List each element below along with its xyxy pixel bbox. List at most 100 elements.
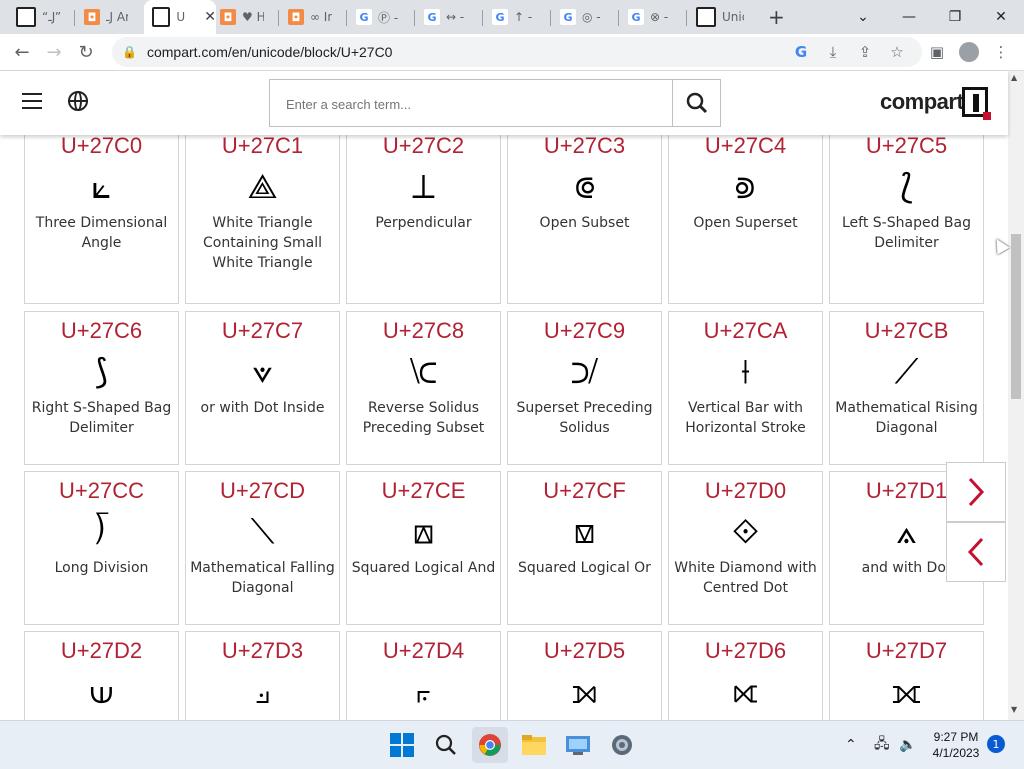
codepoint-label[interactable]: U+27C1	[186, 133, 339, 159]
character-glyph[interactable]: ⟇	[186, 350, 339, 394]
profile-avatar-icon[interactable]	[954, 34, 984, 70]
character-name[interactable]: Vertical Bar with Horizontal Stroke	[669, 398, 822, 438]
character-glyph[interactable]: ⟌	[25, 510, 178, 554]
character-card[interactable]: U+27C9 ⟉ Superset Preceding Solidus	[507, 311, 662, 465]
show-hidden-icons-chevron-icon[interactable]: ⌃	[845, 721, 857, 769]
codepoint-label[interactable]: U+27C5	[830, 133, 983, 159]
codepoint-label[interactable]: U+27D4	[347, 638, 500, 664]
character-card[interactable]: U+27CA ⟊ Vertical Bar with Horizontal Stro…	[668, 311, 823, 465]
character-glyph[interactable]: ⟅	[830, 165, 983, 209]
scroll-down-arrow-icon[interactable]: ▼	[1011, 705, 1017, 714]
chrome-icon[interactable]	[472, 727, 508, 763]
character-card[interactable]: U+27D4 ⟔	[346, 631, 501, 731]
back-arrow-icon[interactable]: ←	[6, 34, 38, 70]
search-input[interactable]	[270, 80, 692, 128]
character-name[interactable]: Squared Logical And	[347, 558, 500, 578]
character-card[interactable]: U+27CD ⟍ Mathematical Falling Diagonal	[185, 471, 340, 625]
search-button[interactable]	[672, 80, 720, 126]
character-glyph[interactable]: ⟔	[347, 670, 500, 714]
character-card[interactable]: U+27C6 ⟆ Right S-Shaped Bag Delimiter	[24, 311, 179, 465]
codepoint-label[interactable]: U+27D6	[669, 638, 822, 664]
browser-tab[interactable]: G ◎ - G	[552, 0, 620, 34]
character-glyph[interactable]: ⟖	[669, 670, 822, 714]
character-card[interactable]: U+27CE ⟎ Squared Logical And	[346, 471, 501, 625]
share-icon[interactable]: ⇪	[850, 34, 880, 70]
volume-icon[interactable]: 🔈	[899, 721, 916, 769]
browser-tab[interactable]: G ⊗ - G	[620, 0, 688, 34]
maximize-button[interactable]: ❐	[932, 0, 978, 34]
character-name[interactable]: Left S-Shaped Bag Delimiter	[830, 213, 983, 253]
browser-tab[interactable]: ◘ ∞ In	[280, 0, 348, 34]
next-arrow-button[interactable]	[946, 462, 1006, 522]
page-scrollbar[interactable]: ▲ ▼	[1008, 71, 1024, 720]
character-card[interactable]: U+27C5 ⟅ Left S-Shaped Bag Delimiter	[829, 126, 984, 304]
character-name[interactable]: White Triangle Containing Small White Tr…	[186, 213, 339, 273]
character-name[interactable]: Mathematical Rising Diagonal	[830, 398, 983, 438]
character-glyph[interactable]: ⟗	[830, 670, 983, 714]
codepoint-label[interactable]: U+27CB	[830, 318, 983, 344]
browser-tab[interactable]: Unico	[688, 0, 756, 34]
notification-badge[interactable]: 1	[987, 735, 1005, 753]
character-card[interactable]: U+27C1 ⟁ White Triangle Containing Small W…	[185, 126, 340, 304]
character-card[interactable]: U+27D3 ⟓	[185, 631, 340, 731]
character-glyph[interactable]: ⟕	[508, 670, 661, 714]
codepoint-label[interactable]: U+27CA	[669, 318, 822, 344]
character-glyph[interactable]: ⟓	[186, 670, 339, 714]
character-card[interactable]: U+27D6 ⟖	[668, 631, 823, 731]
codepoint-label[interactable]: U+27C2	[347, 133, 500, 159]
browser-tab[interactable]: ◘ ♥ He	[212, 0, 280, 34]
character-glyph[interactable]: ⟈	[347, 350, 500, 394]
codepoint-label[interactable]: U+27CE	[347, 478, 500, 504]
forward-arrow-icon[interactable]: →	[38, 34, 70, 70]
codepoint-label[interactable]: U+27C8	[347, 318, 500, 344]
globe-language-icon[interactable]	[68, 91, 88, 111]
character-card[interactable]: U+27CF ⟏ Squared Logical Or	[507, 471, 662, 625]
character-glyph[interactable]: ⟐	[669, 510, 822, 554]
codepoint-label[interactable]: U+27C0	[25, 133, 178, 159]
control-panel-icon[interactable]	[560, 727, 596, 763]
character-card[interactable]: U+27CC ⟌ Long Division	[24, 471, 179, 625]
url-text[interactable]: compart.com/en/unicode/block/U+27C0	[147, 44, 393, 60]
character-name[interactable]: Reverse Solidus Preceding Subset	[347, 398, 500, 438]
close-window-button[interactable]: ✕	[978, 0, 1024, 34]
character-name[interactable]: White Diamond with Centred Dot	[669, 558, 822, 598]
character-glyph[interactable]: ⟉	[508, 350, 661, 394]
system-clock[interactable]: 9:27 PM 4/1/2023	[928, 729, 984, 761]
character-name[interactable]: Long Division	[25, 558, 178, 578]
character-glyph[interactable]: ⟎	[347, 510, 500, 554]
hamburger-menu-icon[interactable]	[22, 93, 42, 109]
codepoint-label[interactable]: U+27D5	[508, 638, 661, 664]
codepoint-label[interactable]: U+27C3	[508, 133, 661, 159]
codepoint-label[interactable]: U+27CD	[186, 478, 339, 504]
character-card[interactable]: U+27C3 ⟃ Open Subset	[507, 126, 662, 304]
codepoint-label[interactable]: U+27CF	[508, 478, 661, 504]
taskbar-search-icon[interactable]	[428, 727, 464, 763]
google-lens-icon[interactable]: G	[786, 34, 816, 70]
character-card[interactable]: U+27D7 ⟗	[829, 631, 984, 731]
tab-search-icon[interactable]: ⌄	[840, 0, 886, 34]
character-glyph[interactable]: ⟄	[669, 165, 822, 209]
character-card[interactable]: U+27C8 ⟈ Reverse Solidus Preceding Subset	[346, 311, 501, 465]
menu-dots-icon[interactable]: ⋮	[986, 34, 1016, 70]
scroll-up-arrow-icon[interactable]: ▲	[1011, 73, 1017, 82]
minimize-button[interactable]: —	[886, 0, 932, 34]
browser-tab[interactable]: G ↑ - Gi	[484, 0, 552, 34]
codepoint-label[interactable]: U+27CC	[25, 478, 178, 504]
settings-gear-icon[interactable]	[604, 727, 640, 763]
character-name[interactable]: Open Superset	[669, 213, 822, 233]
character-name[interactable]: Open Subset	[508, 213, 661, 233]
codepoint-label[interactable]: U+27D3	[186, 638, 339, 664]
character-name[interactable]: Right S-Shaped Bag Delimiter	[25, 398, 178, 438]
character-card[interactable]: U+27C0 ⟀ Three Dimensional Angle	[24, 126, 179, 304]
side-panel-icon[interactable]: ▣	[922, 34, 952, 70]
character-name[interactable]: Squared Logical Or	[508, 558, 661, 578]
bookmark-star-icon[interactable]: ☆	[882, 34, 912, 70]
compart-logo-text[interactable]: compart	[880, 89, 964, 115]
character-card[interactable]: U+27D0 ⟐ White Diamond with Centred Dot	[668, 471, 823, 625]
reload-icon[interactable]: ↻	[70, 34, 102, 70]
character-name[interactable]: or with Dot Inside	[186, 398, 339, 418]
codepoint-label[interactable]: U+27C9	[508, 318, 661, 344]
windows-start-icon[interactable]	[384, 727, 420, 763]
character-name[interactable]: Three Dimensional Angle	[25, 213, 178, 253]
character-card[interactable]: U+27C4 ⟄ Open Superset	[668, 126, 823, 304]
